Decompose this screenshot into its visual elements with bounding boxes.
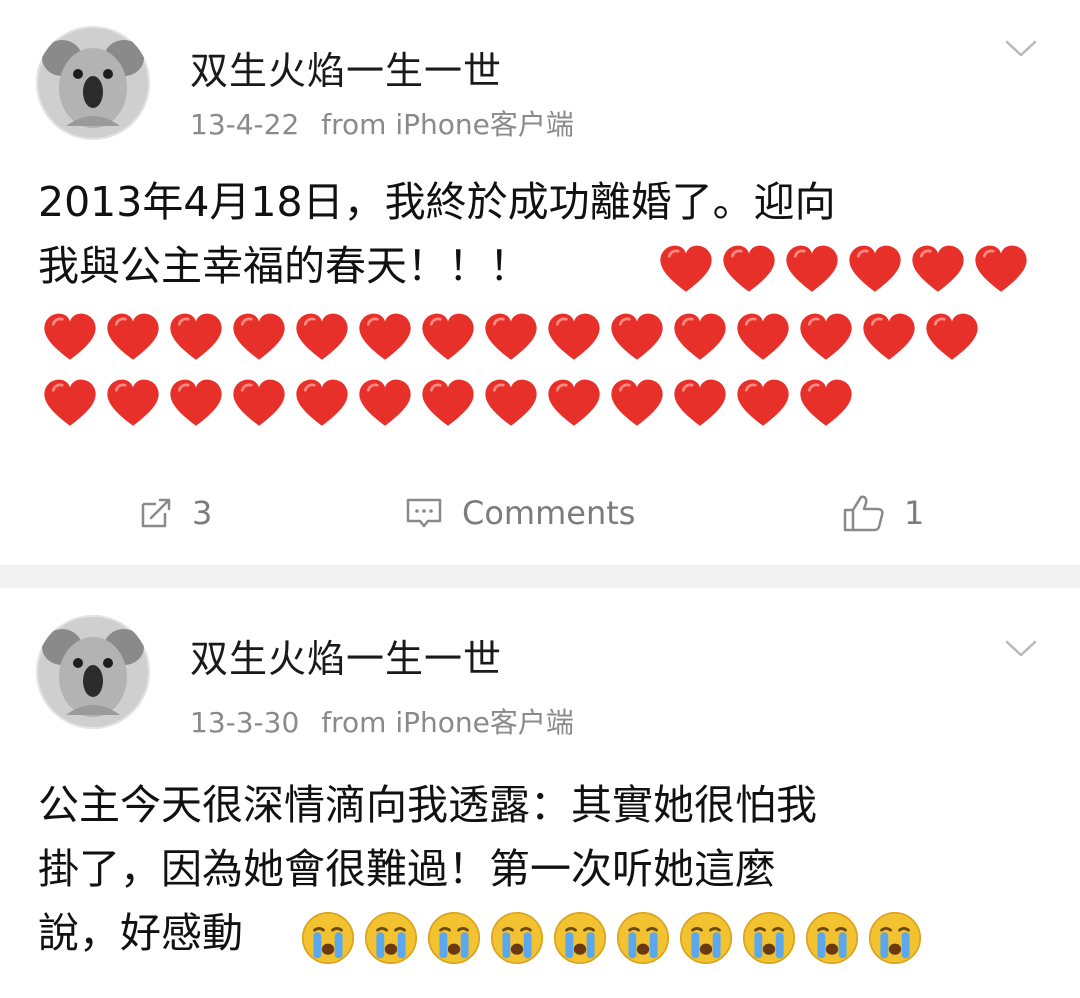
red-heart-icon [721,244,777,294]
red-heart-icon [105,378,161,428]
red-heart-icon [658,244,714,294]
post-text-segment: 說，好感動 [38,909,243,957]
post-text-segment: 我與公主幸福的春天！！！ [38,242,530,290]
post-text-line: 2013年4月18日，我終於成功離婚了。迎向 [38,178,836,226]
crying-face-icon [804,910,860,966]
username[interactable]: 双生火焰一生一世 [190,628,502,683]
crying-face-icon [426,910,482,966]
username[interactable]: 双生火焰一生一世 [190,40,502,95]
post-text-line: 掛了，因為她會很難過！第一次听她這麼 [38,845,776,893]
crying-face-icon [489,910,545,966]
red-heart-icon [910,244,966,294]
post-text-line: 公主今天很深情滴向我透露：其實她很怕我 [38,781,817,829]
red-heart-icon [483,312,539,362]
crying-face-icon [552,910,608,966]
red-heart-icon [609,312,665,362]
red-heart-icon [420,378,476,428]
red-heart-icon [735,378,791,428]
red-heart-icon [231,378,287,428]
feed-divider [0,565,1080,588]
red-heart-icon [784,244,840,294]
post-card: 双生火焰一生一世 13-4-22 from iPhone客户端 2013年4月18… [0,0,1080,565]
thumbs-up-icon [843,495,884,532]
heart-emoji-group [42,378,854,434]
post-source: from iPhone客户端 [321,706,574,739]
red-heart-icon [973,244,1029,294]
post-source: from iPhone客户端 [321,108,574,141]
crying-face-icon [678,910,734,966]
action-bar: 3 Comments 1 [0,485,1080,541]
red-heart-icon [609,378,665,428]
crying-emoji-group [300,910,923,970]
red-heart-icon [357,312,413,362]
repost-button[interactable]: 3 [138,485,212,541]
red-heart-icon [420,312,476,362]
red-heart-icon [672,378,728,428]
crying-face-icon [615,910,671,966]
red-heart-icon [168,378,224,428]
red-heart-icon [546,312,602,362]
post-meta: 13-4-22 from iPhone客户端 [190,103,574,143]
post-meta: 13-3-30 from iPhone客户端 [190,701,574,741]
chevron-down-icon[interactable] [1004,638,1038,660]
red-heart-icon [847,244,903,294]
post-date: 13-4-22 [190,108,300,141]
crying-face-icon [363,910,419,966]
red-heart-icon [798,378,854,428]
red-heart-icon [735,312,791,362]
comment-icon [406,498,442,528]
comments-label: Comments [462,494,636,532]
red-heart-icon [105,312,161,362]
red-heart-icon [168,312,224,362]
crying-face-icon [867,910,923,966]
chevron-down-icon[interactable] [1004,38,1038,60]
red-heart-icon [546,378,602,428]
like-button[interactable]: 1 [842,485,924,541]
avatar[interactable] [36,26,150,140]
red-heart-icon [231,312,287,362]
like-count: 1 [904,494,925,532]
post-card: 双生火焰一生一世 13-3-30 from iPhone客户端 公主今天很深情滴向… [0,588,1080,998]
crying-face-icon [300,910,356,966]
red-heart-icon [42,312,98,362]
repost-count: 3 [192,494,213,532]
red-heart-icon [357,378,413,428]
red-heart-icon [672,312,728,362]
post-date: 13-3-30 [190,706,300,739]
red-heart-icon [483,378,539,428]
red-heart-icon [798,312,854,362]
red-heart-icon [924,312,980,362]
red-heart-icon [294,312,350,362]
heart-emoji-group [42,312,980,368]
repost-icon [141,498,171,528]
red-heart-icon [294,378,350,428]
red-heart-icon [42,378,98,428]
avatar[interactable] [36,615,150,729]
crying-face-icon [741,910,797,966]
red-heart-icon [861,312,917,362]
heart-emoji-group [658,244,1029,300]
comments-button[interactable]: Comments [404,485,635,541]
